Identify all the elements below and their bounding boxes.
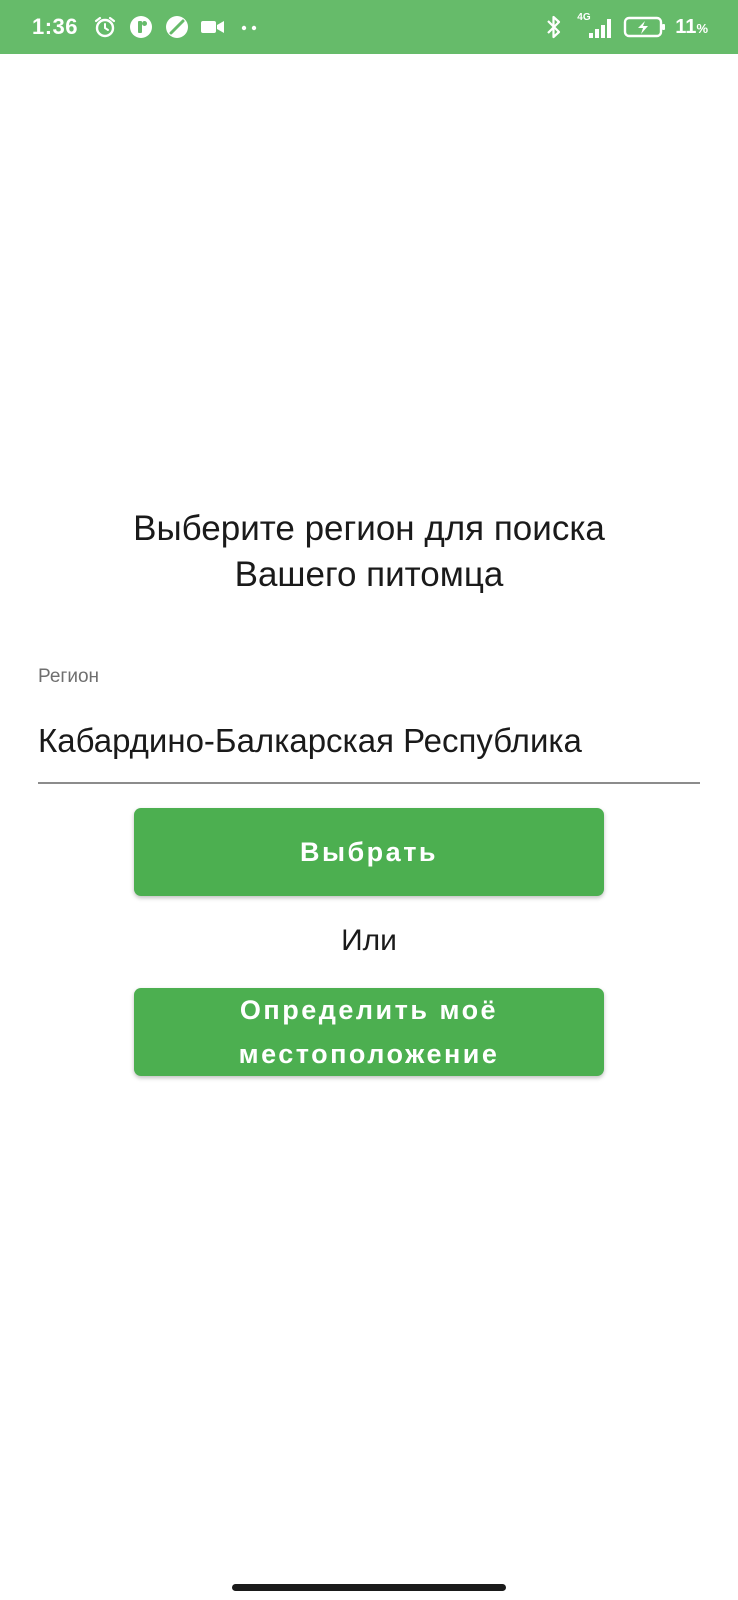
- battery-charging-icon: [623, 14, 667, 40]
- alarm-icon: [92, 14, 118, 40]
- detect-location-label-line-1: Определить моё: [239, 995, 499, 1025]
- detect-location-button[interactable]: Определить моё местоположение: [134, 988, 604, 1076]
- status-time: 1:36: [32, 14, 79, 39]
- video-camera-icon: [200, 14, 226, 40]
- status-bar-right: 4G 11%: [541, 0, 708, 54]
- detect-location-label-line-2: местоположение: [238, 1039, 500, 1069]
- status-bar: 1:36 4G 11%: [0, 0, 738, 54]
- status-bar-left: 1:36: [32, 0, 262, 54]
- home-gesture-bar[interactable]: [232, 1584, 506, 1591]
- bluetooth-icon: [541, 14, 567, 40]
- app-notification-icon: [128, 14, 154, 40]
- page-title: Выберите регион для поиска Вашего питомц…: [0, 506, 738, 598]
- network-type-label: 4G: [577, 12, 591, 23]
- page-title-line-2: Вашего питомца: [234, 555, 504, 594]
- more-dots-icon: [236, 14, 262, 40]
- screen: 1:36 4G 11% Выберите регион для поиска В…: [0, 0, 738, 1600]
- select-region-button[interactable]: Выбрать: [134, 808, 604, 896]
- region-field-label: Регион: [38, 666, 100, 687]
- or-separator-text: Или: [341, 924, 397, 957]
- battery-percent: 11%: [675, 15, 708, 38]
- region-input[interactable]: [38, 700, 700, 784]
- no-entry-icon: [164, 14, 190, 40]
- signal-icon: 4G: [575, 12, 615, 40]
- page-title-line-1: Выберите регион для поиска: [133, 509, 605, 548]
